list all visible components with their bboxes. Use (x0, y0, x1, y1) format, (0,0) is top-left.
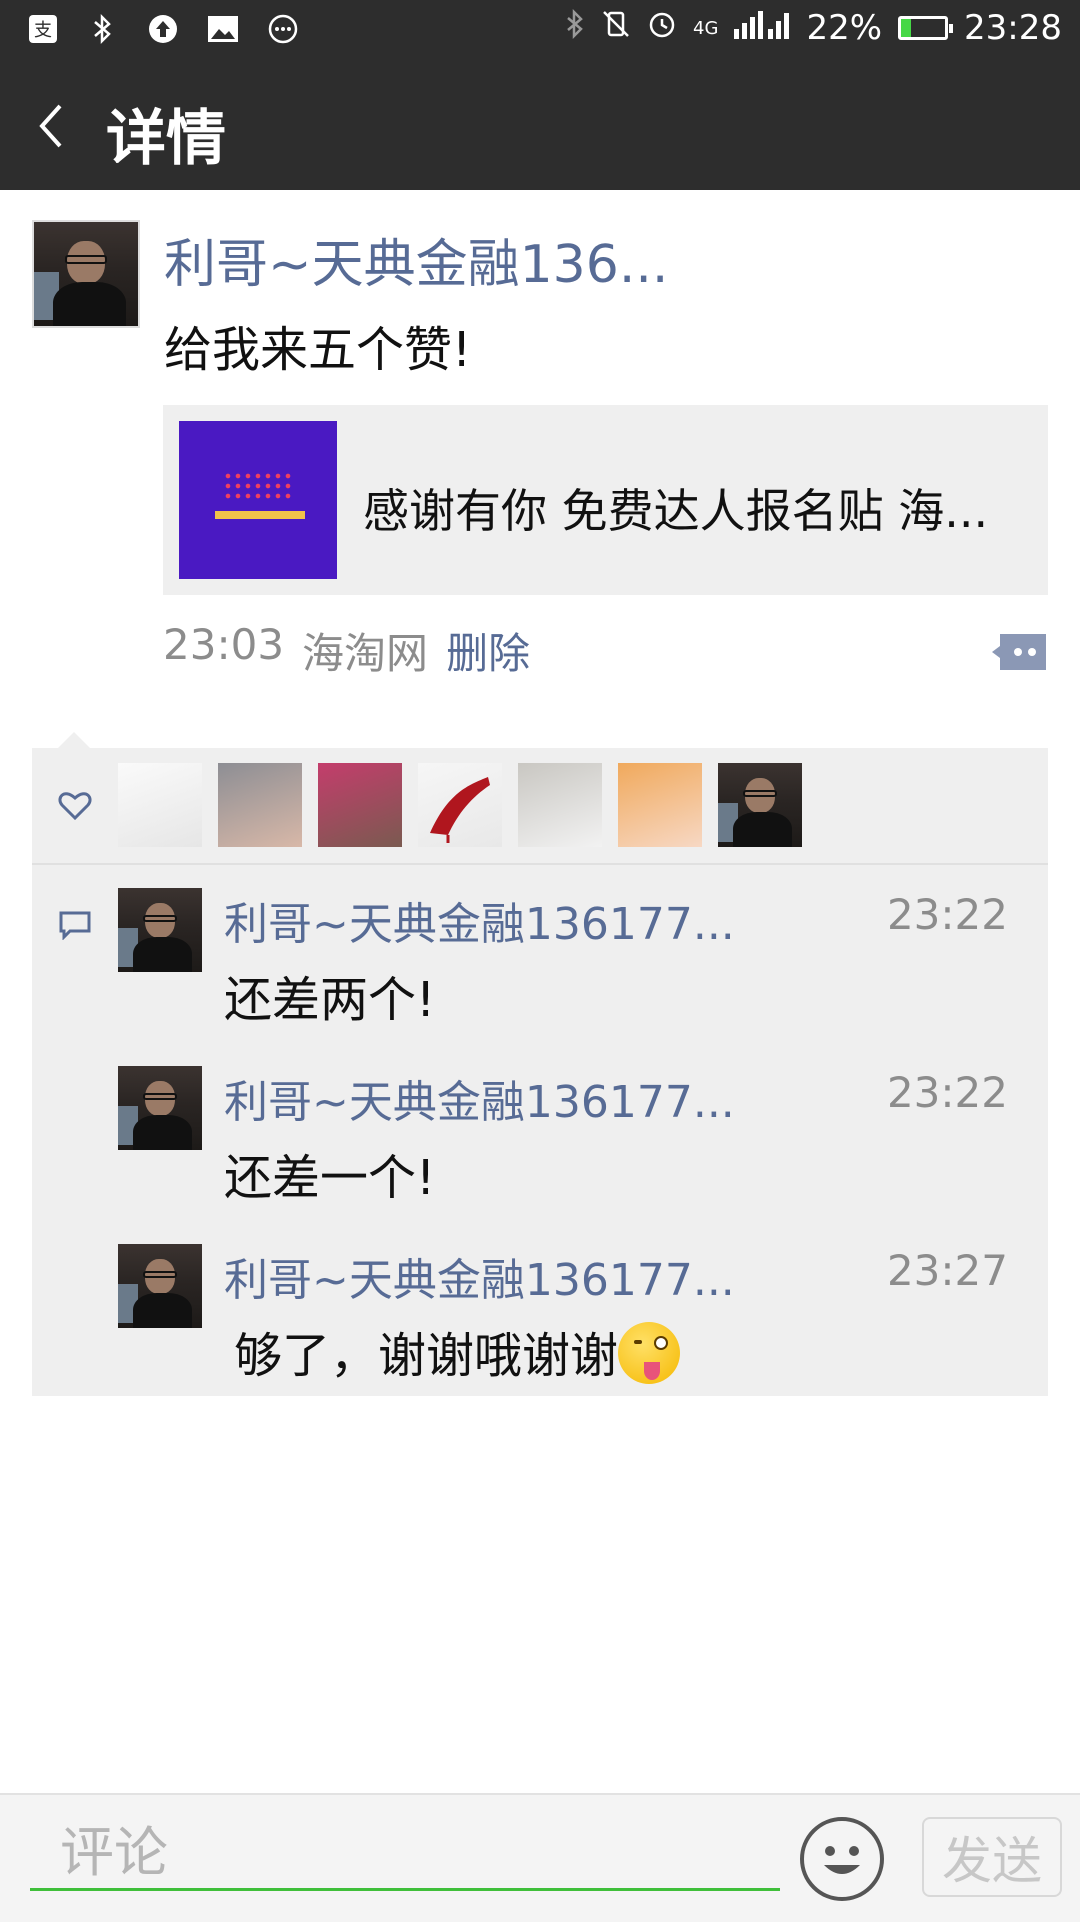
status-bar: 支 4G 22% 23:28 (0, 0, 1080, 62)
author-name[interactable]: 利哥~天典金融136... (164, 222, 668, 297)
commenter-avatar[interactable] (118, 1244, 202, 1328)
comment-bubble-icon (992, 634, 1046, 670)
social-panel: 利哥~天典金融136177... 23:22 还差两个! 利哥~天典金融1361… (32, 732, 1048, 1396)
battery-icon (898, 16, 954, 40)
emoji-button[interactable] (800, 1817, 884, 1901)
bluetooth-icon (86, 12, 120, 46)
liker-avatar-4[interactable] (418, 763, 502, 847)
back-button[interactable] (30, 98, 80, 154)
link-thumbnail (179, 421, 337, 579)
commenter-name[interactable]: 利哥~天典金融136177... (224, 1244, 735, 1308)
comment-item[interactable]: 利哥~天典金融136177... 23:22 还差两个! (118, 888, 1038, 1038)
comment-icon (59, 911, 91, 940)
post-meta: 23:03 海淘网 删除 (163, 620, 530, 681)
chevron-left-icon (39, 104, 62, 148)
likers-list (118, 763, 802, 847)
vibrate-icon (601, 8, 631, 48)
more-notifications-icon (266, 12, 300, 46)
commenter-avatar[interactable] (118, 888, 202, 972)
upload-icon (146, 12, 180, 46)
comment-item[interactable]: 利哥~天典金融136177... 23:22 还差一个! (118, 1066, 1038, 1216)
page-title: 详情 (106, 104, 226, 174)
comment-text: 还差两个! (224, 972, 436, 1028)
comment-input[interactable] (30, 1817, 780, 1891)
liker-avatar-5[interactable] (518, 763, 602, 847)
battery-percent: 22% (806, 8, 883, 48)
likes-row (32, 748, 1048, 865)
author-avatar[interactable] (32, 220, 140, 328)
send-button[interactable]: 发送 (922, 1817, 1062, 1897)
post-time: 23:03 (163, 620, 285, 669)
clock: 23:28 (964, 8, 1062, 48)
comment-time: 23:27 (886, 1246, 1008, 1295)
commenter-name[interactable]: 利哥~天典金融136177... (224, 1066, 735, 1130)
smiley-icon (824, 1846, 860, 1874)
comment-bar: 发送 (0, 1793, 1080, 1922)
heart-icon (58, 792, 92, 820)
liker-avatar-3[interactable] (318, 763, 402, 847)
nav-bar: 详情 (0, 62, 1080, 190)
comment-text: 够了，谢谢哦谢谢 (234, 1328, 619, 1384)
wink-tongue-emoji-icon (618, 1322, 681, 1384)
comment-text: 还差一个! (224, 1150, 436, 1206)
signal-icon (734, 8, 790, 48)
liker-avatar-6[interactable] (618, 763, 702, 847)
network-type: 4G (693, 17, 719, 39)
battery-fill (901, 19, 911, 37)
alarm-icon (647, 8, 677, 48)
commenter-name[interactable]: 利哥~天典金融136177... (224, 888, 735, 952)
svg-text:支: 支 (34, 20, 52, 41)
post-source[interactable]: 海淘网 (302, 620, 428, 681)
comment-time: 23:22 (886, 890, 1008, 939)
bluetooth-status-icon (565, 8, 585, 48)
liker-avatar-7[interactable] (718, 763, 802, 847)
link-title: 感谢有你 免费达人报名贴 海... (363, 484, 989, 538)
alipay-icon: 支 (26, 12, 60, 46)
liker-avatar-1[interactable] (118, 763, 202, 847)
comment-time: 23:22 (886, 1068, 1008, 1117)
delete-button[interactable]: 删除 (446, 620, 530, 681)
commenter-avatar[interactable] (118, 1066, 202, 1150)
comment-item[interactable]: 利哥~天典金融136177... 23:27 够了，谢谢哦谢谢 (118, 1244, 1038, 1394)
link-card[interactable]: 感谢有你 免费达人报名贴 海... (163, 405, 1048, 595)
image-icon (206, 12, 240, 46)
liker-avatar-2[interactable] (218, 763, 302, 847)
post-text: 给我来五个赞! (164, 322, 472, 378)
comment-text-row: 够了，谢谢哦谢谢 (234, 1316, 681, 1386)
more-actions-button[interactable] (990, 632, 1048, 672)
